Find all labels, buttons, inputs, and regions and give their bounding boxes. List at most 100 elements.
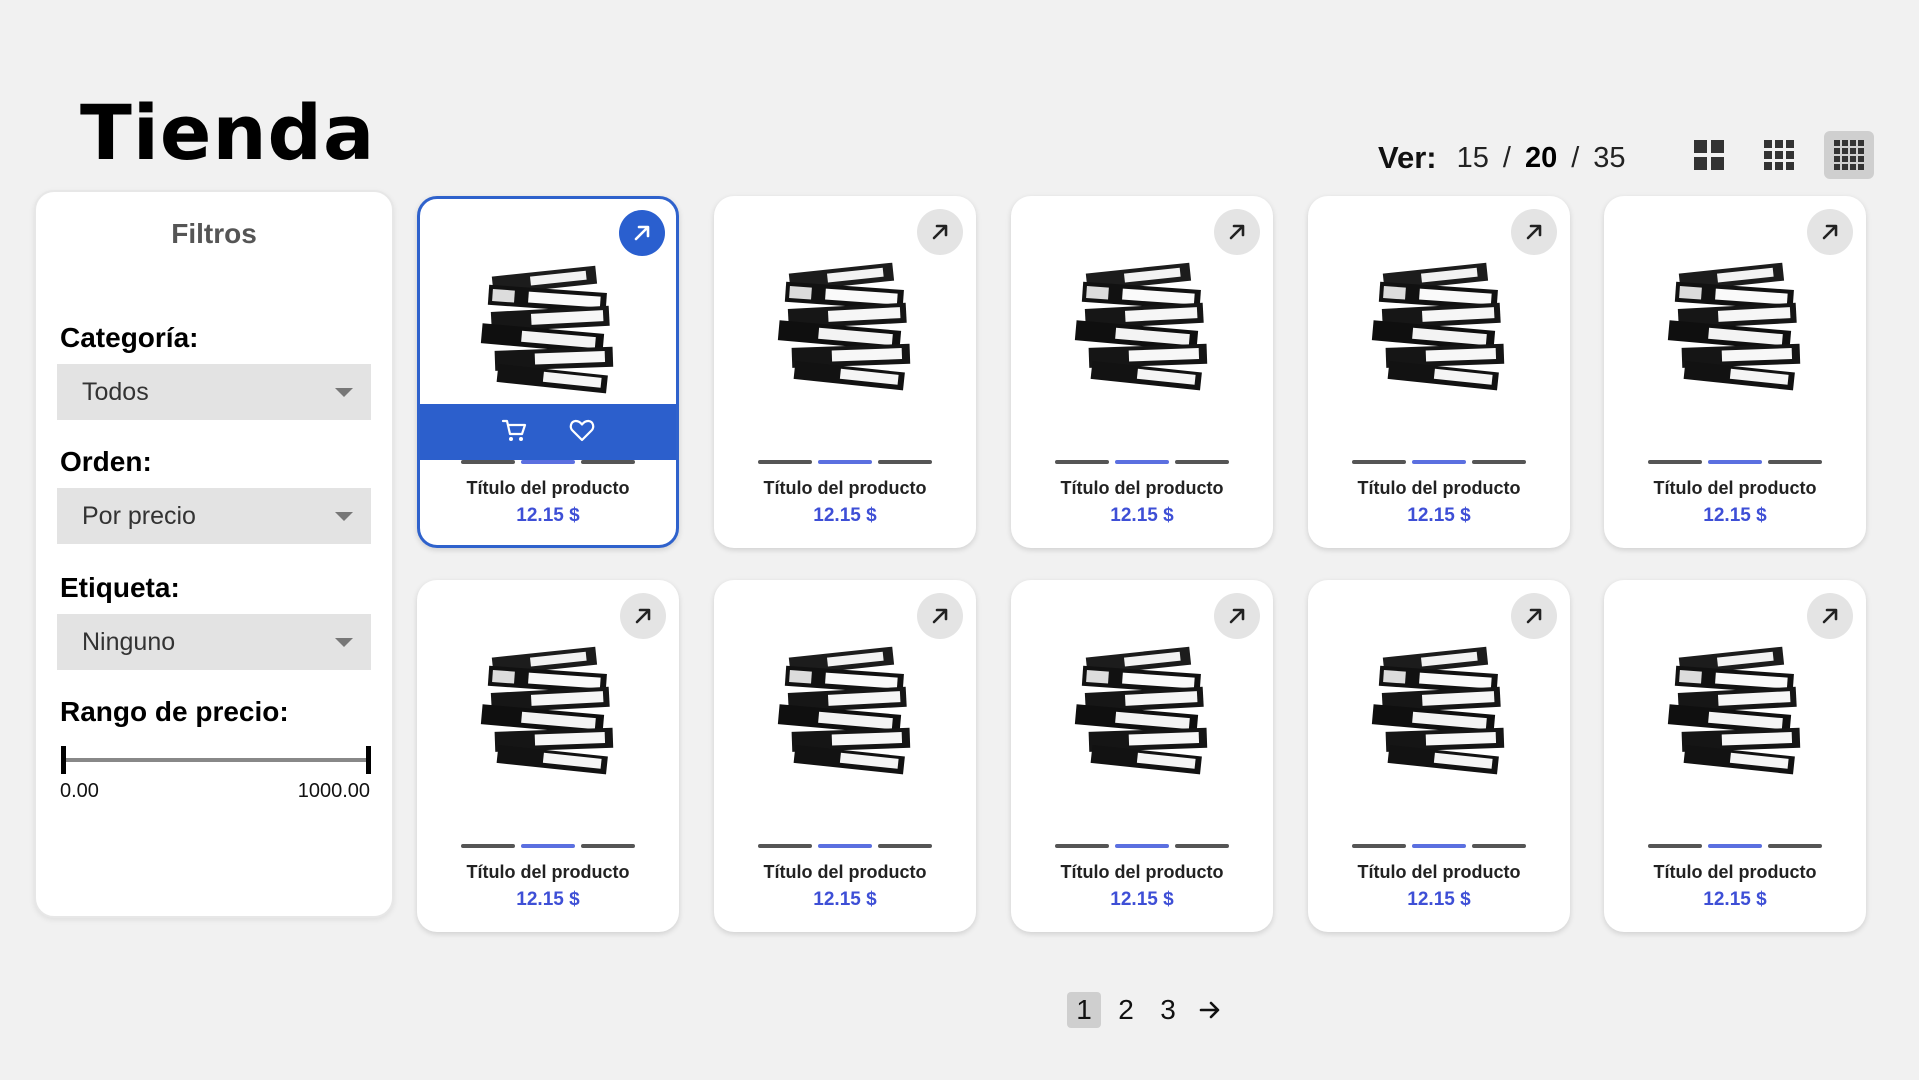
category-select[interactable]: Todos	[57, 364, 371, 420]
product-card[interactable]: Título del producto 12.15 $	[417, 580, 679, 932]
price-max-value: 1000.00	[297, 780, 370, 802]
carousel-dot[interactable]	[1352, 844, 1406, 848]
open-product-button[interactable]	[1511, 209, 1557, 255]
carousel-dot-active[interactable]	[1708, 460, 1762, 464]
pagination: 1 2 3	[1067, 992, 1227, 1028]
price-min-value: 0.00	[60, 780, 99, 802]
arrow-up-right-icon	[1822, 608, 1838, 624]
open-product-button[interactable]	[917, 593, 963, 639]
range-max-handle[interactable]	[366, 746, 371, 774]
carousel-dot-active[interactable]	[521, 460, 575, 464]
product-card[interactable]: Título del producto 12.15 $	[1011, 580, 1273, 932]
product-image	[468, 263, 628, 408]
next-page-button[interactable]	[1193, 992, 1227, 1028]
view-option-20[interactable]: 20	[1525, 142, 1557, 175]
image-carousel-indicator	[1648, 844, 1822, 848]
carousel-dot-active[interactable]	[818, 844, 872, 848]
carousel-dot[interactable]	[1175, 460, 1229, 464]
product-card[interactable]: Título del producto 12.15 $	[1308, 196, 1570, 548]
product-image	[1655, 260, 1815, 405]
carousel-dot-active[interactable]	[1412, 460, 1466, 464]
carousel-dot[interactable]	[1055, 460, 1109, 464]
range-min-handle[interactable]	[61, 746, 66, 774]
page-2-button[interactable]: 2	[1109, 992, 1143, 1028]
product-title: Título del producto	[763, 478, 927, 498]
carousel-dot[interactable]	[1648, 844, 1702, 848]
view-option-35[interactable]: 35	[1593, 142, 1625, 175]
view-separator: /	[1502, 141, 1511, 174]
open-product-button[interactable]	[1214, 209, 1260, 255]
image-carousel-indicator	[758, 460, 932, 464]
favorite-button[interactable]	[568, 416, 596, 449]
product-price: 12.15 $	[813, 505, 877, 526]
open-product-button[interactable]	[1807, 593, 1853, 639]
product-card[interactable]: Título del producto 12.15 $	[714, 580, 976, 932]
carousel-dot[interactable]	[878, 844, 932, 848]
category-value: Todos	[82, 377, 149, 406]
view-option-15[interactable]: 15	[1457, 142, 1489, 175]
tag-select[interactable]: Ninguno	[57, 614, 371, 670]
image-carousel-indicator	[1648, 460, 1822, 464]
product-title: Título del producto	[1653, 862, 1817, 882]
carousel-dot[interactable]	[581, 460, 635, 464]
carousel-dot-active[interactable]	[521, 844, 575, 848]
grid-4x4-button[interactable]	[1824, 131, 1874, 179]
arrow-up-right-icon	[1526, 224, 1542, 240]
carousel-dot[interactable]	[1472, 844, 1526, 848]
price-range-slider[interactable]	[61, 746, 371, 774]
carousel-dot[interactable]	[1175, 844, 1229, 848]
add-to-cart-button[interactable]	[500, 416, 528, 449]
open-product-button[interactable]	[1807, 209, 1853, 255]
carousel-dot-active[interactable]	[1708, 844, 1762, 848]
product-title: Título del producto	[1357, 478, 1521, 498]
product-title: Título del producto	[763, 862, 927, 882]
carousel-dot[interactable]	[1352, 460, 1406, 464]
category-label: Categoría:	[60, 322, 199, 353]
product-card[interactable]: Título del producto 12.15 $	[1011, 196, 1273, 548]
product-card[interactable]: Título del producto 12.15 $	[417, 196, 679, 548]
carousel-dot[interactable]	[1055, 844, 1109, 848]
vhs-tapes-image	[1667, 262, 1801, 391]
product-image	[468, 644, 628, 789]
grid-3x3-icon	[1764, 140, 1794, 170]
grid-3x3-button[interactable]	[1754, 131, 1804, 179]
carousel-dot-active[interactable]	[1115, 844, 1169, 848]
grid-2x2-button[interactable]	[1684, 131, 1734, 179]
carousel-dot-active[interactable]	[1115, 460, 1169, 464]
product-action-bar	[420, 404, 676, 460]
carousel-dot-active[interactable]	[1412, 844, 1466, 848]
carousel-dot[interactable]	[581, 844, 635, 848]
product-title: Título del producto	[1060, 862, 1224, 882]
open-product-button[interactable]	[620, 593, 666, 639]
page-3-button[interactable]: 3	[1151, 992, 1185, 1028]
product-card[interactable]: Título del producto 12.15 $	[1308, 580, 1570, 932]
page-1-button[interactable]: 1	[1067, 992, 1101, 1028]
product-card[interactable]: Título del producto 12.15 $	[714, 196, 976, 548]
cart-icon	[501, 419, 527, 441]
carousel-dot[interactable]	[1472, 460, 1526, 464]
product-card[interactable]: Título del producto 12.15 $	[1604, 580, 1866, 932]
image-carousel-indicator	[1055, 460, 1229, 464]
arrow-up-right-icon	[1822, 224, 1838, 240]
product-image	[1062, 644, 1222, 789]
carousel-dot-active[interactable]	[818, 460, 872, 464]
carousel-dot[interactable]	[1768, 844, 1822, 848]
open-product-button[interactable]	[1511, 593, 1557, 639]
heart-icon	[569, 419, 595, 441]
carousel-dot[interactable]	[758, 460, 812, 464]
carousel-dot[interactable]	[1648, 460, 1702, 464]
filters-title: Filtros	[171, 218, 257, 249]
open-product-button[interactable]	[1214, 593, 1260, 639]
carousel-dot[interactable]	[1768, 460, 1822, 464]
open-product-button[interactable]	[619, 210, 665, 256]
caret-down-icon	[335, 388, 353, 397]
open-product-button[interactable]	[917, 209, 963, 255]
carousel-dot[interactable]	[461, 844, 515, 848]
order-value: Por precio	[82, 501, 196, 530]
vhs-tapes-image	[480, 646, 614, 775]
product-card[interactable]: Título del producto 12.15 $	[1604, 196, 1866, 548]
order-select[interactable]: Por precio	[57, 488, 371, 544]
carousel-dot[interactable]	[758, 844, 812, 848]
carousel-dot[interactable]	[461, 460, 515, 464]
carousel-dot[interactable]	[878, 460, 932, 464]
